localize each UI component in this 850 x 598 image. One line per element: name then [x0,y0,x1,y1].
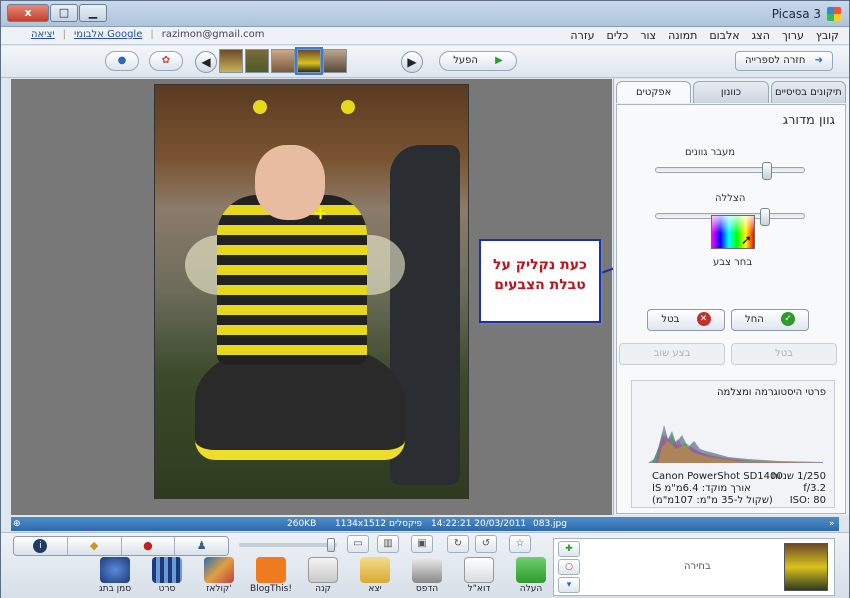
collage-label: קולאז' [206,584,232,594]
tag-button[interactable]: ◆ [67,537,122,555]
selected-photo-thumb[interactable] [784,543,828,591]
tab-tuning[interactable]: כוונון [693,81,769,103]
film-icon [152,557,182,583]
email-button[interactable]: דוא"ל [455,557,503,594]
collage-button[interactable]: קולאז' [195,557,243,594]
histogram-graph [648,413,823,463]
movie-label: סרט [158,584,176,594]
geotag-icon [100,557,130,583]
apply-button[interactable]: החל ✓ [731,309,809,331]
checkmark-icon: ✓ [780,312,795,326]
slider-fade-label: מעבר גוונים [685,147,736,158]
pin-icon[interactable]: ✚ [558,541,580,557]
blogger-icon [256,557,286,583]
focal-length: אורך מוקד: 6.4מ"מ IS [652,483,751,494]
buy-button[interactable]: קנה [299,557,347,594]
rotate-left-icon[interactable]: ↺ [475,535,497,553]
zoom-actual-icon[interactable]: ▣ [411,535,433,553]
envelope-icon [464,557,494,583]
location-button[interactable]: ● [121,537,176,555]
add-to-album-icon[interactable]: ▾ [558,577,580,593]
fade-slider-knob[interactable] [762,162,772,180]
tag-icon: ◆ [89,539,99,552]
collapse-icon[interactable]: » [829,517,835,531]
focal-equivalent: (שקול ל-35 מ"מ: 107מ"מ) [652,495,773,506]
folder-icon [360,557,390,583]
print-button[interactable]: הדפס [403,557,451,594]
info-icon: i [33,539,48,553]
iso: ISO: 80 [789,495,826,506]
geotag-label: סמן בתג [98,584,132,594]
buy-label: קנה [315,584,331,594]
cancel-button[interactable]: בטל ✕ [647,309,725,331]
tab-basic-fixes[interactable]: תיקונים בסיסיים [770,81,846,103]
slider-shadow-label: הצללה [715,193,746,204]
info-button[interactable]: i [14,537,68,555]
email-label: דוא"ל [467,584,491,594]
zoom-slider[interactable] [239,538,337,552]
edit-tabs: תיקונים בסיסיים כוונון אפקטים [616,81,846,105]
tutorial-callout: כעת נקליק על טבלת הצבעים [479,239,601,323]
cancel-x-icon: ✕ [696,312,711,326]
clear-icon[interactable]: ○ [558,559,580,575]
tray-side-buttons: ✚ ○ ▾ [558,541,580,593]
callout-line-2: טבלת הצבעים [494,277,586,293]
side-by-side-icon[interactable]: ▥ [377,535,399,553]
cancel-label: בטל [661,314,680,325]
edit-panel: תיקונים בסיסיים כוונון אפקטים גוון מדורג… [613,79,849,515]
printer-icon [412,557,442,583]
apply-label: החל [745,314,764,325]
shop-icon [308,557,338,583]
histogram-title: פרטי היסטוגרמה ומצלמה [717,387,826,398]
photo-status-bar: ⊕ 260KB 1134x1512 פיקסלים 14:22:21 20/03… [11,517,839,531]
expand-icon[interactable]: ⊕ [13,517,21,531]
camera-model: Canon PowerShot SD1400 [652,471,783,482]
callout-line-1: כעת נקליק על [493,257,587,273]
collage-icon [204,557,234,583]
blogthis-label: BlogThis! [250,584,292,594]
color-picker-label: בחר צבע [713,257,753,268]
shadow-slider-knob[interactable] [760,208,770,226]
fit-view-icon[interactable]: ▭ [347,535,369,553]
tab-effects[interactable]: אפקטים [616,81,692,103]
export-label: יצא [368,584,382,594]
star-icon[interactable]: ☆ [509,535,531,553]
blogthis-button[interactable]: BlogThis! [247,557,295,594]
upload-arrow-icon [516,557,546,583]
bottom-tray: i ◆ ● ♟ ▭ ▥ ▣ ↻ ↺ ☆ סמן בתג סרט קולאז' B… [1,532,849,598]
file-name: 083.jpg [533,519,567,529]
image-dimensions: 1134x1512 פיקסלים [335,519,422,529]
people-tag-button[interactable]: ♟ [175,537,228,555]
map-pin-icon: ● [143,539,153,552]
person-icon: ♟ [196,539,207,552]
image-datetime: 14:22:21 20/03/2011 [431,519,527,529]
undo-button[interactable]: בטל [731,343,837,365]
export-button[interactable]: יצא [351,557,399,594]
effects-body: גוון מדורג מעבר גוונים הצללה ➚ בחר צבע ה… [616,104,846,514]
selection-label: בחירה [684,561,711,572]
mouse-cursor-icon: ➚ [741,233,752,248]
zoom-slider-knob[interactable] [327,538,335,552]
upload-label: העלה [519,584,543,594]
file-size: 260KB [287,519,317,529]
fade-slider[interactable] [655,162,805,180]
picasa-window: x □ ▁ Picasa 3 יציאה | אלבומי Google | r… [0,0,850,598]
redo-button[interactable]: בצע שוב [619,343,725,365]
aperture: f/3.2 [803,483,826,494]
print-label: הדפס [415,584,439,594]
action-buttons: סמן בתג סרט קולאז' BlogThis! קנה יצא הדפ… [91,557,555,594]
section-title: גוון מדורג [782,113,835,128]
info-buttons: i ◆ ● ♟ [13,536,229,556]
histogram-box: פרטי היסטוגרמה ומצלמה 1/250 שניות f/3.2 … [631,380,835,508]
upload-button[interactable]: העלה [507,557,555,594]
rotate-right-icon[interactable]: ↻ [447,535,469,553]
movie-button[interactable]: סרט [143,557,191,594]
photo-tray[interactable]: ✚ ○ ▾ בחירה [553,538,835,596]
geotag-button[interactable]: סמן בתג [91,557,139,594]
